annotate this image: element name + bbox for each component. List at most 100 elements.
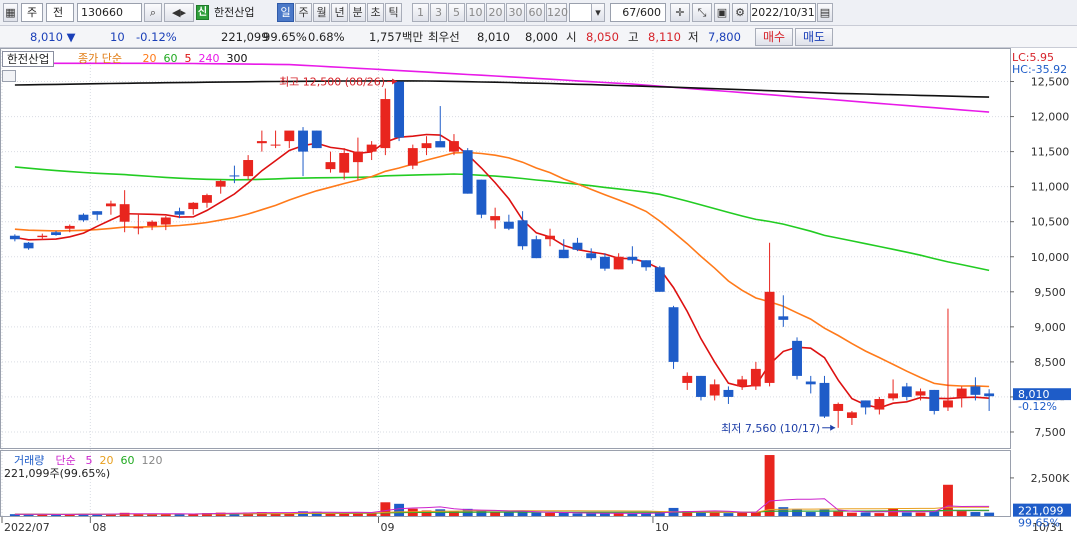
candle-body <box>64 225 75 229</box>
market-select[interactable]: 주 <box>21 3 43 22</box>
interval-button-6[interactable]: 60 <box>526 3 545 22</box>
candle-body <box>51 232 61 236</box>
volume-bar <box>627 513 638 516</box>
volume-bar <box>490 512 501 516</box>
interval-button-4[interactable]: 20 <box>486 3 505 22</box>
market-label: 주 <box>26 6 38 19</box>
candle-body <box>229 175 240 177</box>
period-button-0[interactable]: 일 <box>277 3 294 22</box>
vol-ma120-legend: 120 <box>142 454 163 467</box>
candle-body <box>284 130 295 142</box>
calendar-icon[interactable]: ▤ <box>817 3 833 22</box>
vol-ma20-legend: 20 <box>100 454 114 467</box>
candle-body <box>846 412 857 418</box>
volume-bar <box>792 509 802 516</box>
volume-bar <box>380 502 391 516</box>
volume-bar <box>503 512 514 516</box>
candle-body <box>339 153 350 173</box>
chevron-down-icon[interactable]: ▾ <box>591 3 605 22</box>
period-button-4[interactable]: 분 <box>349 3 366 22</box>
price-tick-label: 9,500 <box>1034 286 1066 299</box>
candle-body <box>915 391 926 396</box>
period-select[interactable]: 전 <box>46 3 74 22</box>
volume-bar <box>586 513 597 516</box>
date-label: 10 <box>655 521 669 534</box>
candle-body <box>929 389 940 411</box>
candle-body <box>352 151 363 163</box>
date-input[interactable]: 2022/10/31 <box>750 3 816 22</box>
crosshair-icon[interactable]: ✛ <box>670 3 690 22</box>
interval-button-5[interactable]: 30 <box>506 3 525 22</box>
candle-body <box>874 399 885 410</box>
price-change: 10 <box>110 30 125 44</box>
candle-body <box>174 211 185 215</box>
interval-button-0[interactable]: 1 <box>412 3 429 22</box>
volume-bar <box>572 513 583 516</box>
chart-stock-name: 한전산업 <box>2 51 55 67</box>
interval-button-3[interactable]: 10 <box>466 3 485 22</box>
candle-body <box>901 386 912 397</box>
price-chart[interactable]: 7,5008,0008,5009,0009,50010,00010,50011,… <box>0 48 1077 535</box>
search-icon[interactable]: ⌕ <box>144 3 162 22</box>
sell-button[interactable]: 매도 <box>795 28 833 46</box>
price-tick-label: 7,500 <box>1034 426 1066 439</box>
candle-body <box>9 235 20 240</box>
interval-button-1[interactable]: 3 <box>430 3 447 22</box>
candle-body <box>380 99 391 149</box>
volume-bar <box>531 512 542 516</box>
volume-bar <box>956 510 967 516</box>
gear-icon[interactable]: ⚙ <box>732 3 748 22</box>
save-icon[interactable]: ▣ <box>714 3 730 22</box>
volume-bar <box>833 511 844 516</box>
candle-body <box>627 256 638 261</box>
stock-code-input[interactable]: 130660 <box>77 3 142 22</box>
period-button-2[interactable]: 월 <box>313 3 330 22</box>
current-price-text: 8,010 <box>30 30 63 44</box>
open-price: 8,050 <box>586 30 619 44</box>
company-name: 한전산업 <box>211 3 271 22</box>
volume: 221,099 <box>221 30 269 44</box>
candle-body <box>682 375 693 383</box>
candle-body <box>37 235 48 238</box>
price-tick-label: 9,000 <box>1034 321 1066 334</box>
volume-bar <box>846 512 857 516</box>
grid-icon[interactable]: ▦ <box>3 3 18 22</box>
volume-bar <box>970 512 981 516</box>
buy-button[interactable]: 매수 <box>755 28 793 46</box>
period-button-5[interactable]: 초 <box>367 3 384 22</box>
data-count-text: 67/600 <box>622 6 661 19</box>
period-button-6[interactable]: 틱 <box>385 3 402 22</box>
current-pct-label: -0.12% <box>1018 400 1057 413</box>
volume-bar <box>709 512 720 516</box>
open-label: 시 <box>566 30 577 44</box>
interval-button-2[interactable]: 5 <box>448 3 465 22</box>
candle-body <box>202 195 212 203</box>
interval-button-7[interactable]: 120 <box>546 3 568 22</box>
ma20-legend: 20 <box>143 52 157 65</box>
candle-body <box>270 144 281 146</box>
candle-body <box>778 316 789 320</box>
vol-ma60-legend: 60 <box>121 454 135 467</box>
period-button-3[interactable]: 년 <box>331 3 348 22</box>
candle-body <box>407 148 418 166</box>
trade-amount: 1,757백만 <box>369 30 424 44</box>
candle-body <box>709 384 720 396</box>
ma-legend-label: 종가 단순 <box>78 52 122 65</box>
vol-legend-label: 거래량 <box>14 454 44 467</box>
data-count-field[interactable]: 67/600 <box>610 3 666 22</box>
period-button-1[interactable]: 주 <box>295 3 312 22</box>
price-panel <box>0 48 1011 449</box>
panel-handle-icon[interactable] <box>2 70 16 82</box>
candle-body <box>160 217 171 225</box>
best-quote-label: 최우선 <box>428 30 460 44</box>
candle-body <box>23 242 34 249</box>
price-tick-label: 11,500 <box>1031 146 1070 159</box>
speaker-icon[interactable]: ◀▸ <box>164 3 194 22</box>
low-label: 저 <box>688 30 699 44</box>
candle-body <box>860 400 871 408</box>
price-change-pct: -0.12% <box>136 30 177 44</box>
draw-tool-icon[interactable]: ⤡ <box>692 3 712 22</box>
high-label: 고 <box>628 30 639 44</box>
volume-bar <box>819 509 830 516</box>
volume-bar <box>764 455 775 516</box>
